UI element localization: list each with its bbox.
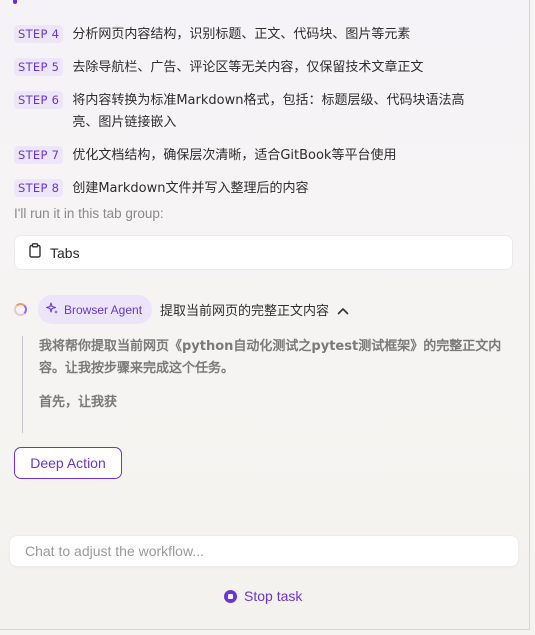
agent-task-title: 提取当前网页的完整正文内容 [160, 304, 330, 319]
step-list: STEP 4 分析网页内容结构，识别标题、正文、代码块、图片等元素 STEP 5… [14, 24, 514, 211]
stop-icon [224, 589, 237, 603]
step-text-line: 亮、图片链接嵌入 [72, 115, 177, 130]
tabs-label: Tabs [50, 244, 80, 261]
workflow-panel: STEP 4 分析网页内容结构，识别标题、正文、代码块、图片等元素 STEP 5… [0, 0, 530, 630]
step-item: STEP 8 创建Markdown文件并写入整理后的内容 [14, 178, 514, 200]
agent-output: 我将帮你提取当前网页《python自动化测试之pytest测试框架》的完整正文内… [22, 336, 512, 433]
step-tag: STEP 7 [14, 146, 64, 164]
agent-message-line: 容。让我按步骤来完成这个任务。 [39, 361, 235, 376]
step-item: STEP 7 优化文档结构，确保层次清晰，适合GitBook等平台使用 [14, 145, 514, 167]
scroll-marker [13, 0, 17, 4]
tab-group-card[interactable]: Tabs [14, 235, 513, 270]
agent-message: 我将帮你提取当前网页《python自动化测试之pytest测试框架》的完整正文内… [39, 336, 512, 380]
agent-badge-label: Browser Agent [64, 302, 143, 317]
step-item: STEP 6 将内容转换为标准Markdown格式，包括：标题层级、代码块语法高… [14, 90, 514, 134]
step-text: 分析网页内容结构，识别标题、正文、代码块、图片等元素 [72, 27, 411, 42]
deep-action-button[interactable]: Deep Action [14, 447, 122, 479]
step-text: 去除导航栏、广告、评论区等无关内容，仅保留技术文章正文 [72, 60, 424, 75]
loading-spinner-icon [14, 303, 27, 316]
step-item: STEP 4 分析网页内容结构，识别标题、正文、代码块、图片等元素 [14, 24, 514, 46]
step-tag: STEP 4 [14, 25, 64, 43]
chat-input[interactable] [9, 535, 519, 567]
agent-message-line: 我将帮你提取当前网页《python自动化测试之pytest测试框架》的完整正文内 [39, 339, 502, 354]
step-text: 将内容转换为标准Markdown格式，包括：标题层级、代码块语法高 亮、图片链接… [72, 90, 464, 134]
agent-header: Browser Agent 提取当前网页的完整正文内容 [14, 295, 349, 324]
step-text: 优化文档结构，确保层次清晰，适合GitBook等平台使用 [72, 148, 397, 163]
sparkle-icon [45, 300, 64, 319]
stop-task-button[interactable]: Stop task [224, 588, 302, 604]
tab-group-label: I'll run it in this tab group: [14, 206, 164, 221]
step-tag: STEP 8 [14, 179, 64, 197]
clipboard-icon [28, 243, 50, 262]
step-text-line: 将内容转换为标准Markdown格式，包括：标题层级、代码块语法高 [72, 93, 465, 108]
agent-badge: Browser Agent [38, 295, 153, 324]
stop-task-label: Stop task [244, 588, 303, 604]
step-tag: STEP 5 [14, 58, 64, 76]
step-tag: STEP 6 [14, 91, 64, 109]
agent-message-partial: 首先，让我获 [39, 395, 118, 410]
step-item: STEP 5 去除导航栏、广告、评论区等无关内容，仅保留技术文章正文 [14, 57, 514, 79]
chevron-up-icon[interactable] [337, 300, 349, 319]
step-text: 创建Markdown文件并写入整理后的内容 [72, 181, 309, 196]
